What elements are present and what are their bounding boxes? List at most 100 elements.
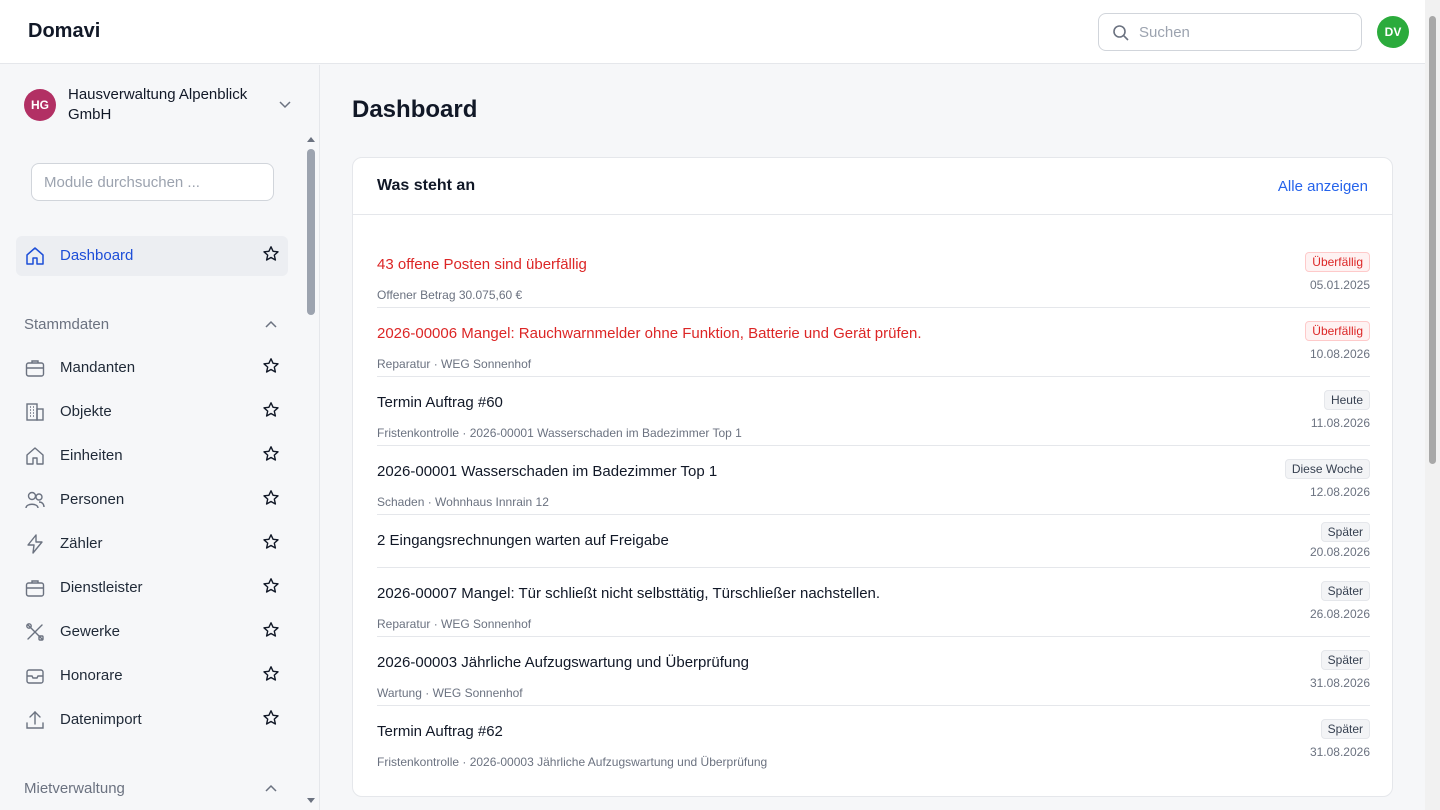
status-badge: Später	[1320, 522, 1370, 542]
status-badge: Diese Woche	[1284, 459, 1370, 479]
sidebar-item-datenimport[interactable]: Datenimport	[16, 700, 288, 740]
top-bar: Domavi DV	[0, 0, 1425, 64]
sidebar-item-objekte[interactable]: Objekte	[16, 392, 288, 432]
chevron-up-icon	[265, 320, 277, 328]
star-icon[interactable]	[262, 445, 280, 463]
task-row[interactable]: 2026-00006 Mangel: Rauchwarnmelder ohne …	[377, 309, 1370, 377]
tenant-name: Hausverwaltung Alpenblick GmbH	[68, 86, 248, 123]
star-icon[interactable]	[262, 245, 280, 263]
sidebar-item-honorare[interactable]: Honorare	[16, 656, 288, 696]
sidebar-item-dashboard[interactable]: Dashboard	[16, 236, 288, 276]
task-title[interactable]: 2026-00007 Mangel: Tür schließt nicht se…	[377, 585, 880, 602]
user-avatar[interactable]: DV	[1377, 16, 1409, 48]
sidebar-item-label: Dashboard	[60, 247, 134, 264]
sidebar-item-label: Dienstleister	[60, 579, 143, 596]
sidebar-item-label: Gewerke	[60, 623, 121, 640]
due-date: 20.08.2026	[1309, 545, 1370, 559]
home-icon	[26, 247, 44, 265]
sidebar-scrollbar[interactable]	[305, 135, 315, 805]
task-row[interactable]: Termin Auftrag #60 Fristenkontrolle · 20…	[377, 378, 1370, 446]
task-title[interactable]: 2 Eingangsrechnungen warten auf Freigabe	[377, 532, 669, 549]
tenant-switcher[interactable]: HG Hausverwaltung Alpenblick GmbH	[24, 85, 294, 125]
module-search-input[interactable]	[32, 164, 273, 200]
task-row[interactable]: 2 Eingangsrechnungen warten auf Freigabe…	[377, 516, 1370, 568]
search-icon	[1113, 25, 1129, 41]
due-date: 26.08.2026	[1309, 607, 1370, 621]
upload-icon	[26, 711, 44, 729]
task-row[interactable]: 2026-00007 Mangel: Tür schließt nicht se…	[377, 569, 1370, 637]
sidebar-item-label: Datenimport	[60, 711, 142, 728]
card-title: Was steht an	[377, 177, 476, 194]
star-icon[interactable]	[262, 401, 280, 419]
task-title[interactable]: Termin Auftrag #62	[377, 723, 503, 740]
due-date: 05.01.2025	[1309, 278, 1370, 292]
home-icon	[26, 447, 44, 465]
due-date: 31.08.2026	[1309, 745, 1370, 759]
sidebar-item-zaehler[interactable]: Zähler	[16, 524, 288, 564]
star-icon[interactable]	[262, 533, 280, 551]
status-badge: Überfällig	[1305, 321, 1370, 341]
section-mietverwaltung[interactable]: Mietverwaltung	[24, 778, 280, 798]
building-icon	[26, 403, 44, 421]
star-icon[interactable]	[262, 621, 280, 639]
due-date: 11.08.2026	[1310, 416, 1370, 430]
star-icon[interactable]	[262, 489, 280, 507]
sidebar-item-label: Honorare	[60, 667, 123, 684]
bolt-icon	[27, 534, 43, 554]
star-icon[interactable]	[262, 577, 280, 595]
sidebar-item-label: Zähler	[60, 535, 103, 552]
task-row[interactable]: Termin Auftrag #62 Fristenkontrolle · 20…	[377, 707, 1370, 775]
sidebar-scrollbar-thumb[interactable]	[307, 149, 315, 315]
task-row[interactable]: 43 offene Posten sind überfällig Offener…	[377, 240, 1370, 308]
inbox-icon	[26, 669, 44, 684]
module-search[interactable]	[31, 163, 274, 201]
app-logo[interactable]: Domavi	[28, 20, 100, 43]
star-icon[interactable]	[262, 357, 280, 375]
due-date: 10.08.2026	[1309, 347, 1370, 361]
task-title[interactable]: Termin Auftrag #60	[377, 394, 503, 411]
star-icon[interactable]	[262, 665, 280, 683]
status-badge: Später	[1320, 719, 1370, 739]
sidebar-item-personen[interactable]: Personen	[16, 480, 288, 520]
due-date: 31.08.2026	[1309, 676, 1370, 690]
task-title[interactable]: 2026-00006 Mangel: Rauchwarnmelder ohne …	[377, 325, 922, 342]
status-badge: Heute	[1323, 390, 1370, 410]
task-title[interactable]: 2026-00001 Wasserschaden im Badezimmer T…	[377, 463, 717, 480]
section-title: Stammdaten	[24, 316, 110, 333]
task-title[interactable]: 2026-00003 Jährliche Aufzugswartung und …	[377, 654, 749, 671]
page-title: Dashboard	[352, 96, 478, 123]
task-row[interactable]: 2026-00001 Wasserschaden im Badezimmer T…	[377, 447, 1370, 515]
task-subtitle: Offener Betrag 30.075,60 €	[377, 288, 523, 302]
tools-icon	[26, 623, 44, 641]
chevron-down-icon	[279, 101, 291, 109]
sidebar-item-gewerke[interactable]: Gewerke	[16, 612, 288, 652]
task-row[interactable]: 2026-00003 Jährliche Aufzugswartung und …	[377, 638, 1370, 706]
upcoming-card: Was steht an Alle anzeigen 43 offene Pos…	[352, 157, 1393, 797]
card-header: Was steht an Alle anzeigen	[353, 158, 1392, 215]
sidebar-item-einheiten[interactable]: Einheiten	[16, 436, 288, 476]
page-scrollbar-thumb[interactable]	[1429, 16, 1436, 464]
page-scrollbar[interactable]	[1425, 0, 1440, 810]
scroll-down-arrow-icon[interactable]	[307, 798, 315, 803]
task-subtitle: Reparatur · WEG Sonnenhof	[377, 357, 532, 371]
global-search[interactable]	[1098, 13, 1362, 51]
section-stammdaten[interactable]: Stammdaten	[24, 314, 280, 334]
star-icon[interactable]	[262, 709, 280, 727]
task-subtitle: Fristenkontrolle · 2026-00003 Jährliche …	[377, 755, 768, 769]
briefcase-icon	[25, 360, 45, 377]
sidebar-item-mandanten[interactable]: Mandanten	[16, 348, 288, 388]
section-title: Mietverwaltung	[24, 780, 125, 797]
briefcase-icon	[25, 580, 45, 597]
show-all-link[interactable]: Alle anzeigen	[1278, 178, 1368, 195]
sidebar-item-label: Mandanten	[60, 359, 136, 376]
scroll-up-arrow-icon[interactable]	[307, 137, 315, 142]
sidebar-item-label: Objekte	[60, 403, 112, 420]
status-badge: Später	[1320, 581, 1370, 601]
task-subtitle: Wartung · WEG Sonnenhof	[377, 686, 523, 700]
tenant-avatar: HG	[24, 89, 56, 121]
sidebar-item-label: Einheiten	[60, 447, 123, 464]
sidebar-item-dienstleister[interactable]: Dienstleister	[16, 568, 288, 608]
task-title[interactable]: 43 offene Posten sind überfällig	[377, 256, 587, 273]
users-icon	[25, 491, 45, 509]
search-input[interactable]	[1139, 22, 1349, 42]
